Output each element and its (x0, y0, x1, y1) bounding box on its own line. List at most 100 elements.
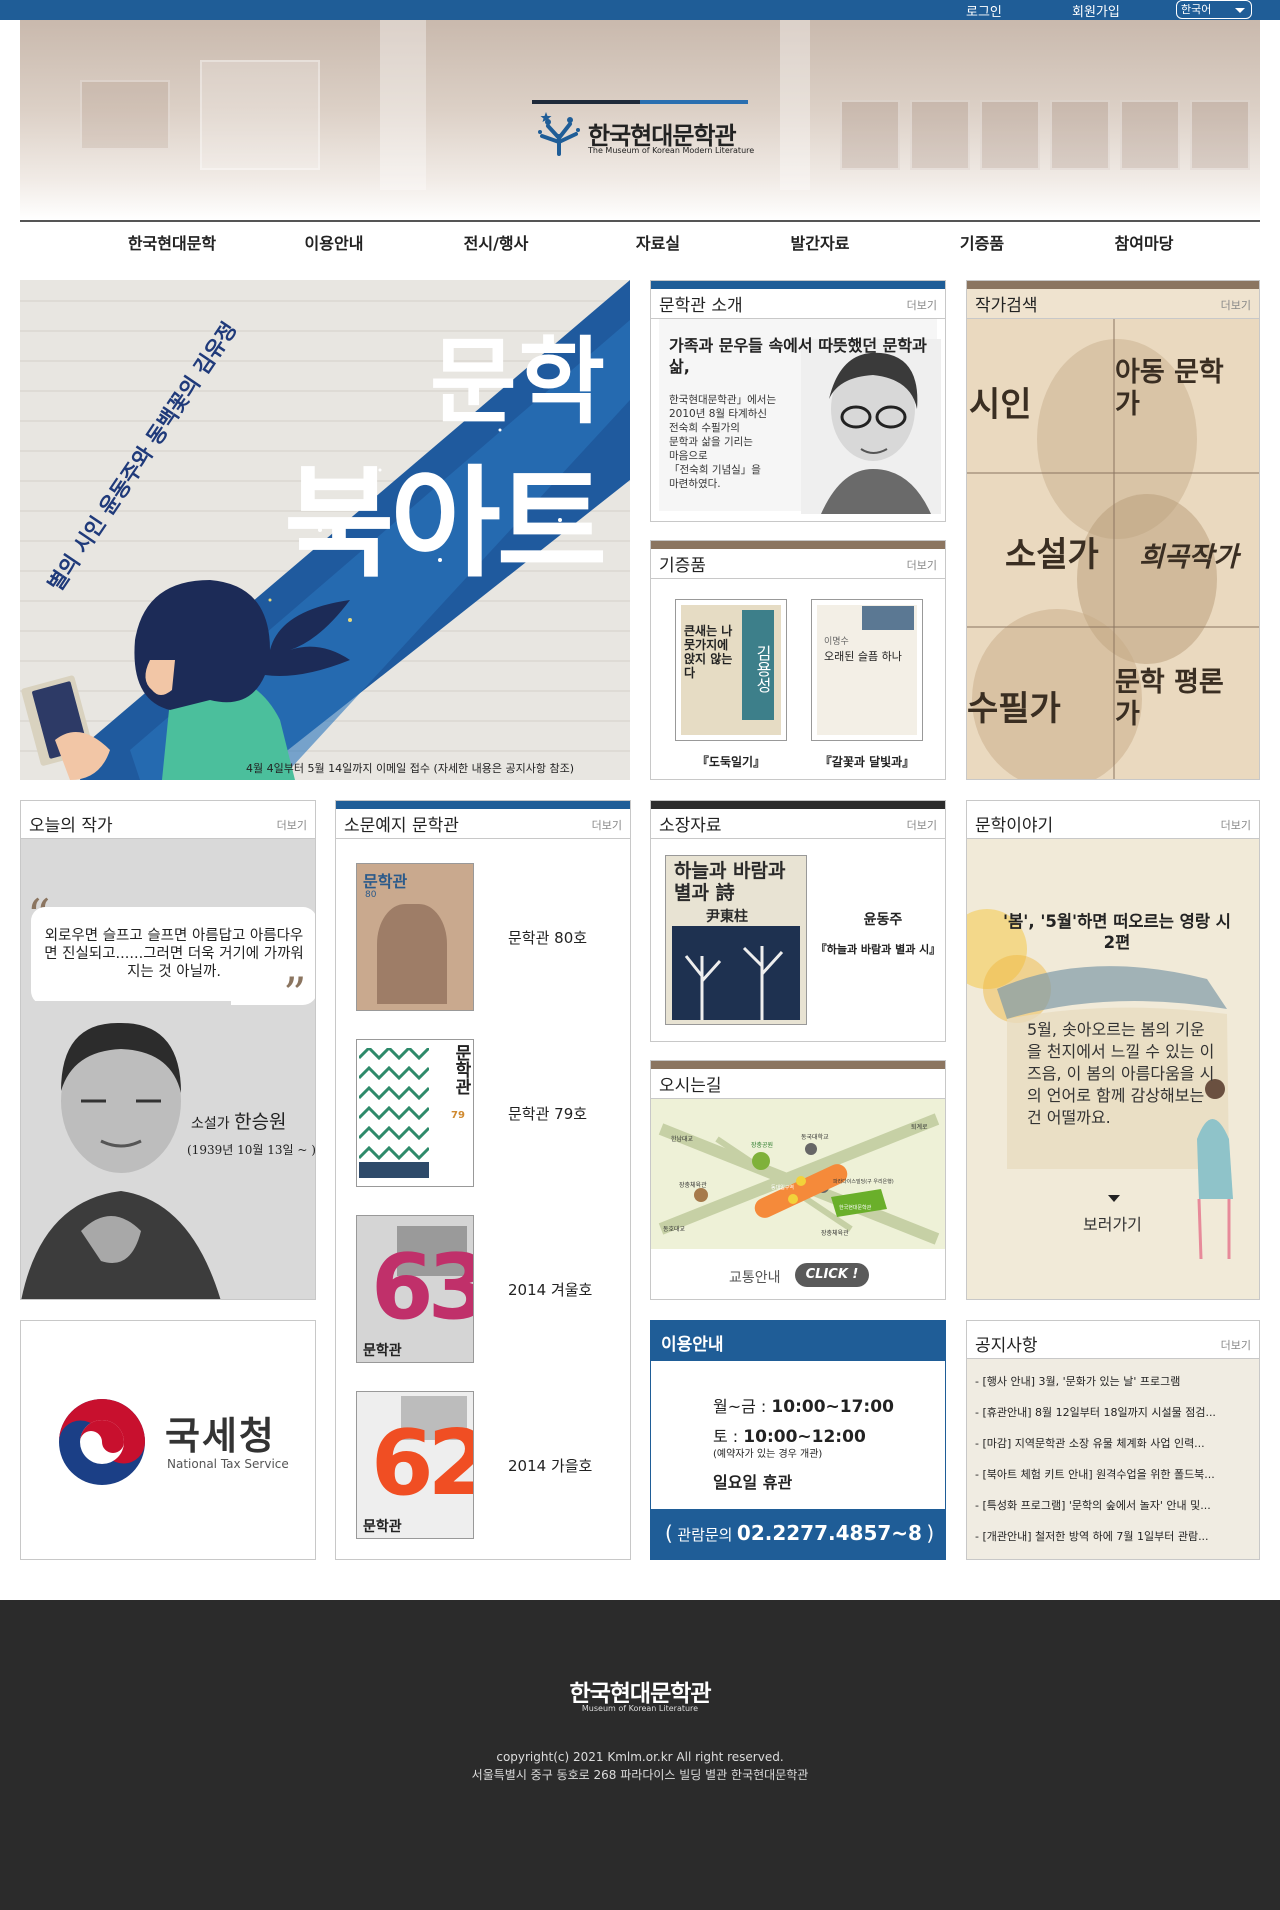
svg-text:장충체육관: 장충체육관 (679, 1181, 707, 1189)
magazine-item-80-label[interactable]: 문학관 80호 (508, 927, 587, 948)
directions-panel: 오시는길 한남대교 장충공원 동국대학교 퇴계로 장충체육관 동대입구역 파라다… (650, 1060, 946, 1300)
author-search-playwright[interactable]: 희곡작가 (1139, 535, 1238, 574)
magazine-title: 소문예지 문학관 (344, 816, 459, 836)
nts-subtitle: National Tax Service (167, 1457, 289, 1471)
collection-title: 소장자료 (659, 816, 722, 836)
magazine-cover-63[interactable]: 63 문학관 (356, 1215, 474, 1363)
notice-item[interactable]: - [특성화 프로그램] '문학의 숲에서 놀자' 안내 및... (975, 1497, 1211, 1513)
svg-text:퇴계로: 퇴계로 (911, 1123, 928, 1131)
notice-panel: 공지사항 더보기 - [행사 안내] 3월, '문화가 있는 날' 프로그램 -… (966, 1320, 1260, 1560)
story-go-link[interactable]: 보러가기 (1083, 1211, 1142, 1235)
notice-title: 공지사항 (975, 1336, 1038, 1356)
main-banner[interactable]: 문학 북아트 별의 시인 윤동주와 동백꽃의 김유정 4월 4일부터 5월 14… (20, 280, 630, 780)
today-author-panel: 오늘의 작가 더보기 “ 외로우면 슬프고 슬프면 아름답고 아름다우면 진실되… (20, 800, 316, 1300)
today-author-more-link[interactable]: 더보기 (277, 817, 307, 833)
usage-saturday: 토 : 10:00~12:00 (713, 1427, 866, 1447)
directions-map[interactable]: 한남대교 장충공원 동국대학교 퇴계로 장충체육관 동대입구역 파라다이스빌딩(… (651, 1099, 946, 1249)
nts-banner[interactable]: 국세청 National Tax Service (20, 1320, 316, 1560)
author-search-more-link[interactable]: 더보기 (1221, 297, 1251, 313)
donation-title: 기증품 (659, 556, 706, 576)
donation-panel: 기증품 더보기 큰새는 나뭇가지에 앉지 않는다 김용성 이명수 오래된 슬픔 … (650, 540, 946, 780)
today-author-name: 한승원 (234, 1111, 287, 1133)
svg-text:한국현대문학관: 한국현대문학관 (839, 1204, 872, 1211)
main-nav: 한국현대문학 이용안내 전시/행사 자료실 발간자료 기증품 참여마당 (20, 228, 1260, 258)
svg-text:동호대교: 동호대교 (663, 1225, 686, 1233)
svg-text:동국대학교: 동국대학교 (801, 1133, 829, 1141)
footer-logo-sub: Museum of Korean Literature (581, 1704, 699, 1713)
notice-item[interactable]: - [개관안내] 철저한 방역 하에 7월 1일부터 관람... (975, 1528, 1209, 1544)
author-search-children[interactable]: 아동 문학가 (1115, 357, 1235, 421)
magazine-item-79-label[interactable]: 문학관 79호 (508, 1103, 587, 1124)
intro-title: 문학관 소개 (659, 296, 743, 316)
top-bar: 로그인 회원가입 한국어 (0, 0, 1280, 20)
author-search-essayist[interactable]: 수필가 (967, 681, 1061, 730)
story-headline: '봄', '5월'하면 떠오르는 영랑 시 2편 (1003, 912, 1231, 952)
donation-item-2-cover[interactable]: 이명수 오래된 슬픔 하나 (811, 599, 923, 741)
magazine-cover-79[interactable]: 문학관 79 (356, 1039, 474, 1187)
magazine-item-autumn-label[interactable]: 2014 가을호 (508, 1455, 592, 1476)
footer-logo[interactable]: 한국현대문학관 (0, 1674, 1280, 1708)
directions-traffic-label: 교통안내 (729, 1270, 781, 1286)
nav-item-exhibition[interactable]: 전시/행사 (464, 230, 529, 254)
nav-item-donations[interactable]: 기증품 (960, 230, 1004, 254)
notice-item[interactable]: - [북아트 체험 키트 안내] 원격수업을 위한 폴드북... (975, 1466, 1215, 1482)
story-title: 문학이야기 (975, 816, 1054, 836)
nav-item-usage[interactable]: 이용안내 (305, 230, 364, 254)
site-logo[interactable]: 한국현대문학관 The Museum of Korean Modern Lite… (532, 100, 754, 160)
donation-item-1-cover[interactable]: 큰새는 나뭇가지에 앉지 않는다 김용성 (675, 599, 787, 741)
nts-emblem-icon (59, 1399, 145, 1485)
collection-more-link[interactable]: 더보기 (907, 817, 937, 833)
nav-item-korean-literature[interactable]: 한국현대문학 (128, 230, 216, 254)
banner-title-line2: 북아트 (284, 455, 607, 594)
collection-cover[interactable]: 하늘과 바람과 별과 詩 尹東柱 (665, 855, 807, 1025)
usage-sunday: 일요일 휴관 (713, 1473, 793, 1492)
collection-work[interactable]: 『하늘과 바람과 별과 시』 (811, 941, 945, 957)
language-select[interactable]: 한국어 (1176, 0, 1252, 19)
story-panel: 문학이야기 더보기 '봄', '5월'하면 떠오르는 영랑 시 2편 5월, 솟… (966, 800, 1260, 1300)
today-author-title: 오늘의 작가 (29, 816, 113, 836)
directions-click-button[interactable]: CLICK ! (795, 1263, 869, 1287)
story-more-link[interactable]: 더보기 (1221, 817, 1251, 833)
nav-item-community[interactable]: 참여마당 (1115, 230, 1174, 254)
footer-copyright: copyright(c) 2021 Kmlm.or.kr All right r… (496, 1750, 784, 1764)
svg-text:장충체육관: 장충체육관 (821, 1229, 849, 1237)
signup-link[interactable]: 회원가입 (1072, 1, 1120, 20)
story-arrow-down-icon (1108, 1195, 1120, 1202)
quote-close-icon: ” (283, 967, 307, 1021)
magazine-item-winter-label[interactable]: 2014 겨울호 (508, 1279, 592, 1300)
svg-text:한남대교: 한남대교 (671, 1135, 694, 1143)
login-link[interactable]: 로그인 (966, 1, 1002, 20)
usage-title: 이용안내 (661, 1335, 724, 1355)
author-search-panel: 작가검색 더보기 시인 아동 문학가 소설가 희곡작가 수필가 문학 평론가 (966, 280, 1260, 780)
banner-title-line1: 문학 (430, 328, 607, 437)
directions-title: 오시는길 (659, 1076, 722, 1096)
language-value: 한국어 (1181, 3, 1212, 16)
author-search-critic[interactable]: 문학 평론가 (1115, 667, 1225, 731)
svg-text:동대입구역: 동대입구역 (771, 1184, 794, 1191)
svg-text:장충공원: 장충공원 (751, 1141, 773, 1149)
notice-item[interactable]: - [행사 안내] 3월, '문화가 있는 날' 프로그램 (975, 1373, 1180, 1389)
magazine-cover-62[interactable]: 62 문학관 (356, 1391, 474, 1539)
donation-item-1-caption[interactable]: 『도둑일기』 (671, 753, 791, 770)
notice-item[interactable]: - [마감] 지역문학관 소장 유물 체계화 사업 인력... (975, 1435, 1205, 1451)
author-search-novelist[interactable]: 소설가 (1005, 527, 1099, 576)
donation-more-link[interactable]: 더보기 (907, 557, 937, 573)
logo-subtitle: The Museum of Korean Modern Literature (588, 146, 755, 155)
logo-tree-icon (538, 112, 580, 156)
author-search-title: 작가검색 (975, 296, 1038, 316)
usage-phone-line: ( 관람문의 02.2277.4857~8 ) (665, 1521, 935, 1545)
collection-panel: 소장자료 더보기 하늘과 바람과 별과 詩 尹東柱 윤동주 『하늘과 바람과 별… (650, 800, 946, 1042)
footer-address: 서울특별시 중구 동호로 268 파라다이스 빌딩 별관 한국현대문학관 (471, 1768, 809, 1782)
magazine-more-link[interactable]: 더보기 (592, 817, 622, 833)
story-body: 5월, 솟아오르는 봄의 기운을 천지에서 느낄 수 있는 이 즈음, 이 봄의… (1027, 1020, 1215, 1127)
nav-item-publications[interactable]: 발간자료 (791, 230, 850, 254)
nav-item-archive[interactable]: 자료실 (636, 230, 680, 254)
notice-item[interactable]: - [휴관안내] 8월 12일부터 18일까지 시설물 점검... (975, 1404, 1216, 1420)
usage-phone-label: 관람문의 (677, 1526, 733, 1544)
today-author-name-line: 소설가 한승원 (191, 1107, 287, 1134)
author-search-poet[interactable]: 시인 (969, 377, 1032, 426)
donation-item-2-caption[interactable]: 『갈꽃과 달빛과』 (807, 753, 927, 770)
notice-more-link[interactable]: 더보기 (1221, 1337, 1251, 1353)
magazine-cover-80[interactable]: 문학관 80 (356, 863, 474, 1011)
intro-more-link[interactable]: 더보기 (907, 297, 937, 313)
